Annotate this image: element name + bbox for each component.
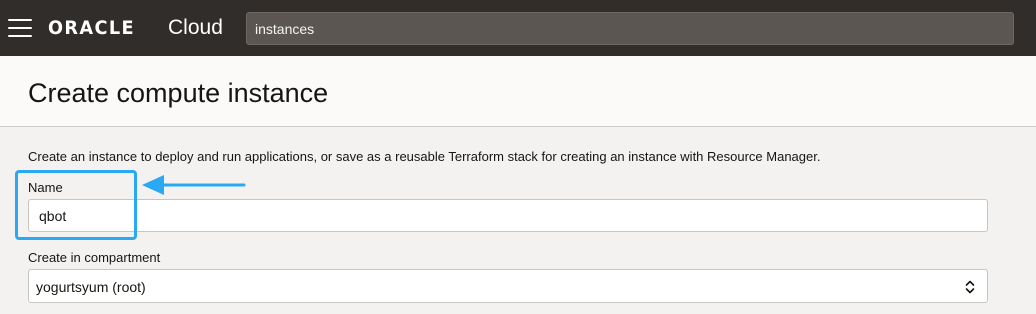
compartment-selected-value: yogurtsyum (root)	[36, 279, 146, 295]
page-header: Create compute instance	[0, 56, 1036, 127]
page-description: Create an instance to deploy and run app…	[28, 149, 821, 164]
search-input[interactable]	[246, 12, 1014, 45]
compartment-label: Create in compartment	[28, 250, 161, 265]
oracle-cloud-logo[interactable]: ORACLE Cloud	[48, 15, 223, 41]
arrow-left-icon	[142, 175, 246, 195]
compartment-select[interactable]: yogurtsyum (root)	[28, 269, 988, 303]
cloud-wordmark: Cloud	[168, 16, 223, 39]
chevron-up-down-icon	[965, 280, 975, 294]
name-field[interactable]	[28, 199, 988, 232]
top-navigation-bar: ORACLE Cloud	[0, 0, 1036, 56]
page-title: Create compute instance	[28, 78, 329, 108]
hamburger-menu-icon[interactable]	[8, 19, 32, 37]
oracle-wordmark: ORACLE	[48, 17, 135, 39]
highlight-box	[15, 170, 137, 240]
